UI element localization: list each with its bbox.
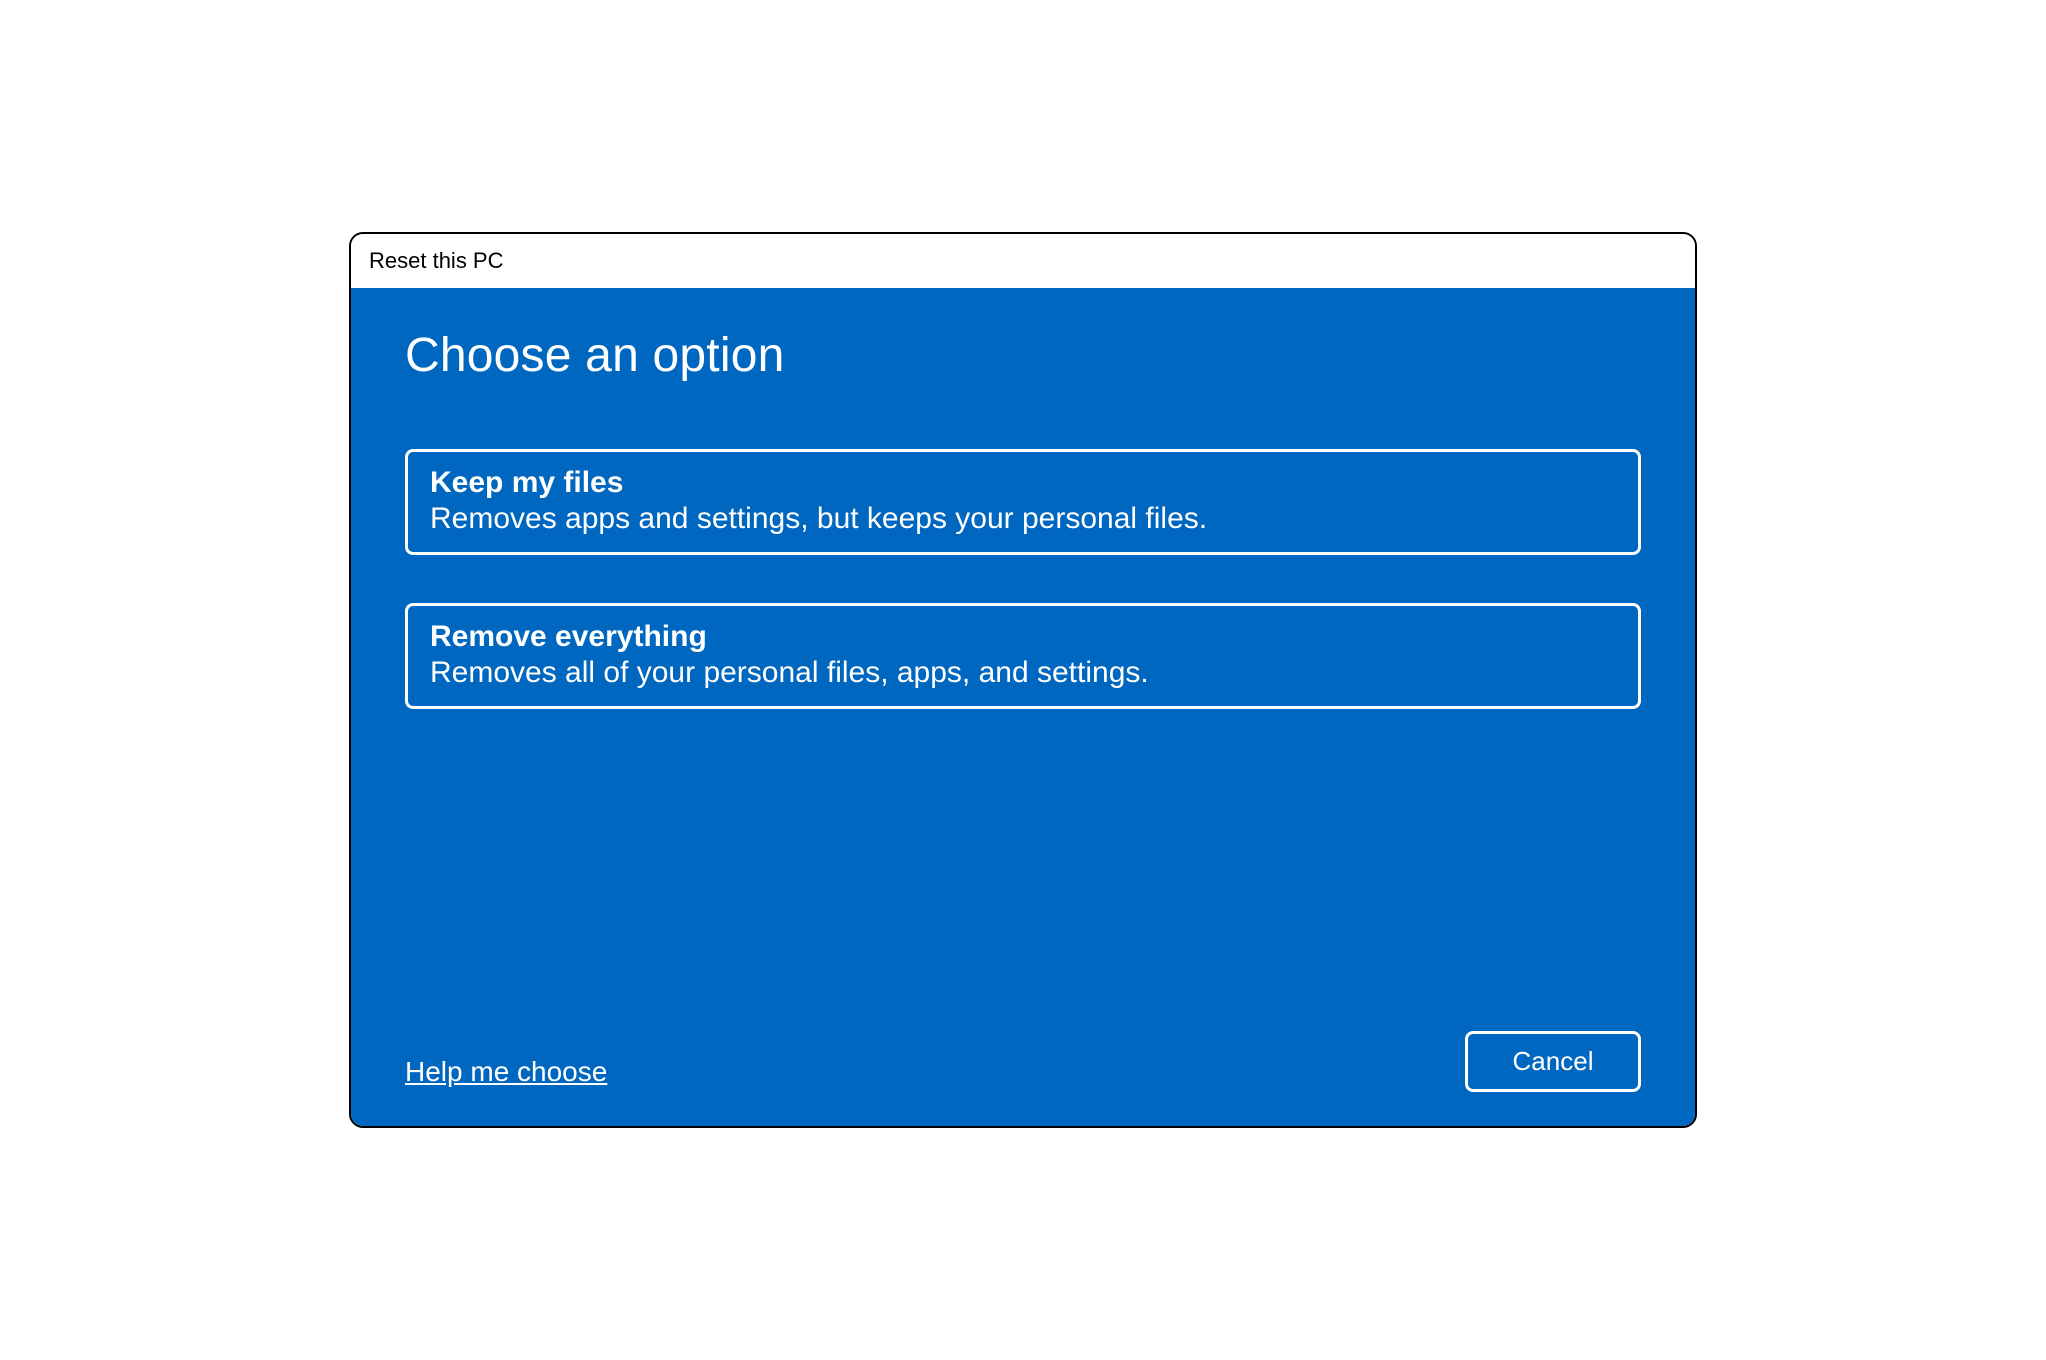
page-heading: Choose an option <box>405 328 1641 383</box>
keep-my-files-option[interactable]: Keep my files Removes apps and settings,… <box>405 449 1641 555</box>
dialog-footer: Help me choose Cancel <box>405 1031 1641 1092</box>
option-description: Removes apps and settings, but keeps you… <box>430 502 1616 536</box>
titlebar: Reset this PC <box>351 234 1695 288</box>
cancel-button[interactable]: Cancel <box>1465 1031 1641 1092</box>
option-description: Removes all of your personal files, apps… <box>430 656 1616 690</box>
content-area: Choose an option Keep my files Removes a… <box>351 288 1695 1126</box>
option-title: Keep my files <box>430 466 1616 500</box>
option-title: Remove everything <box>430 620 1616 654</box>
remove-everything-option[interactable]: Remove everything Removes all of your pe… <box>405 603 1641 709</box>
window-title: Reset this PC <box>369 248 504 274</box>
help-me-choose-link[interactable]: Help me choose <box>405 1056 607 1092</box>
options-list: Keep my files Removes apps and settings,… <box>405 449 1641 709</box>
reset-pc-dialog: Reset this PC Choose an option Keep my f… <box>349 232 1697 1128</box>
